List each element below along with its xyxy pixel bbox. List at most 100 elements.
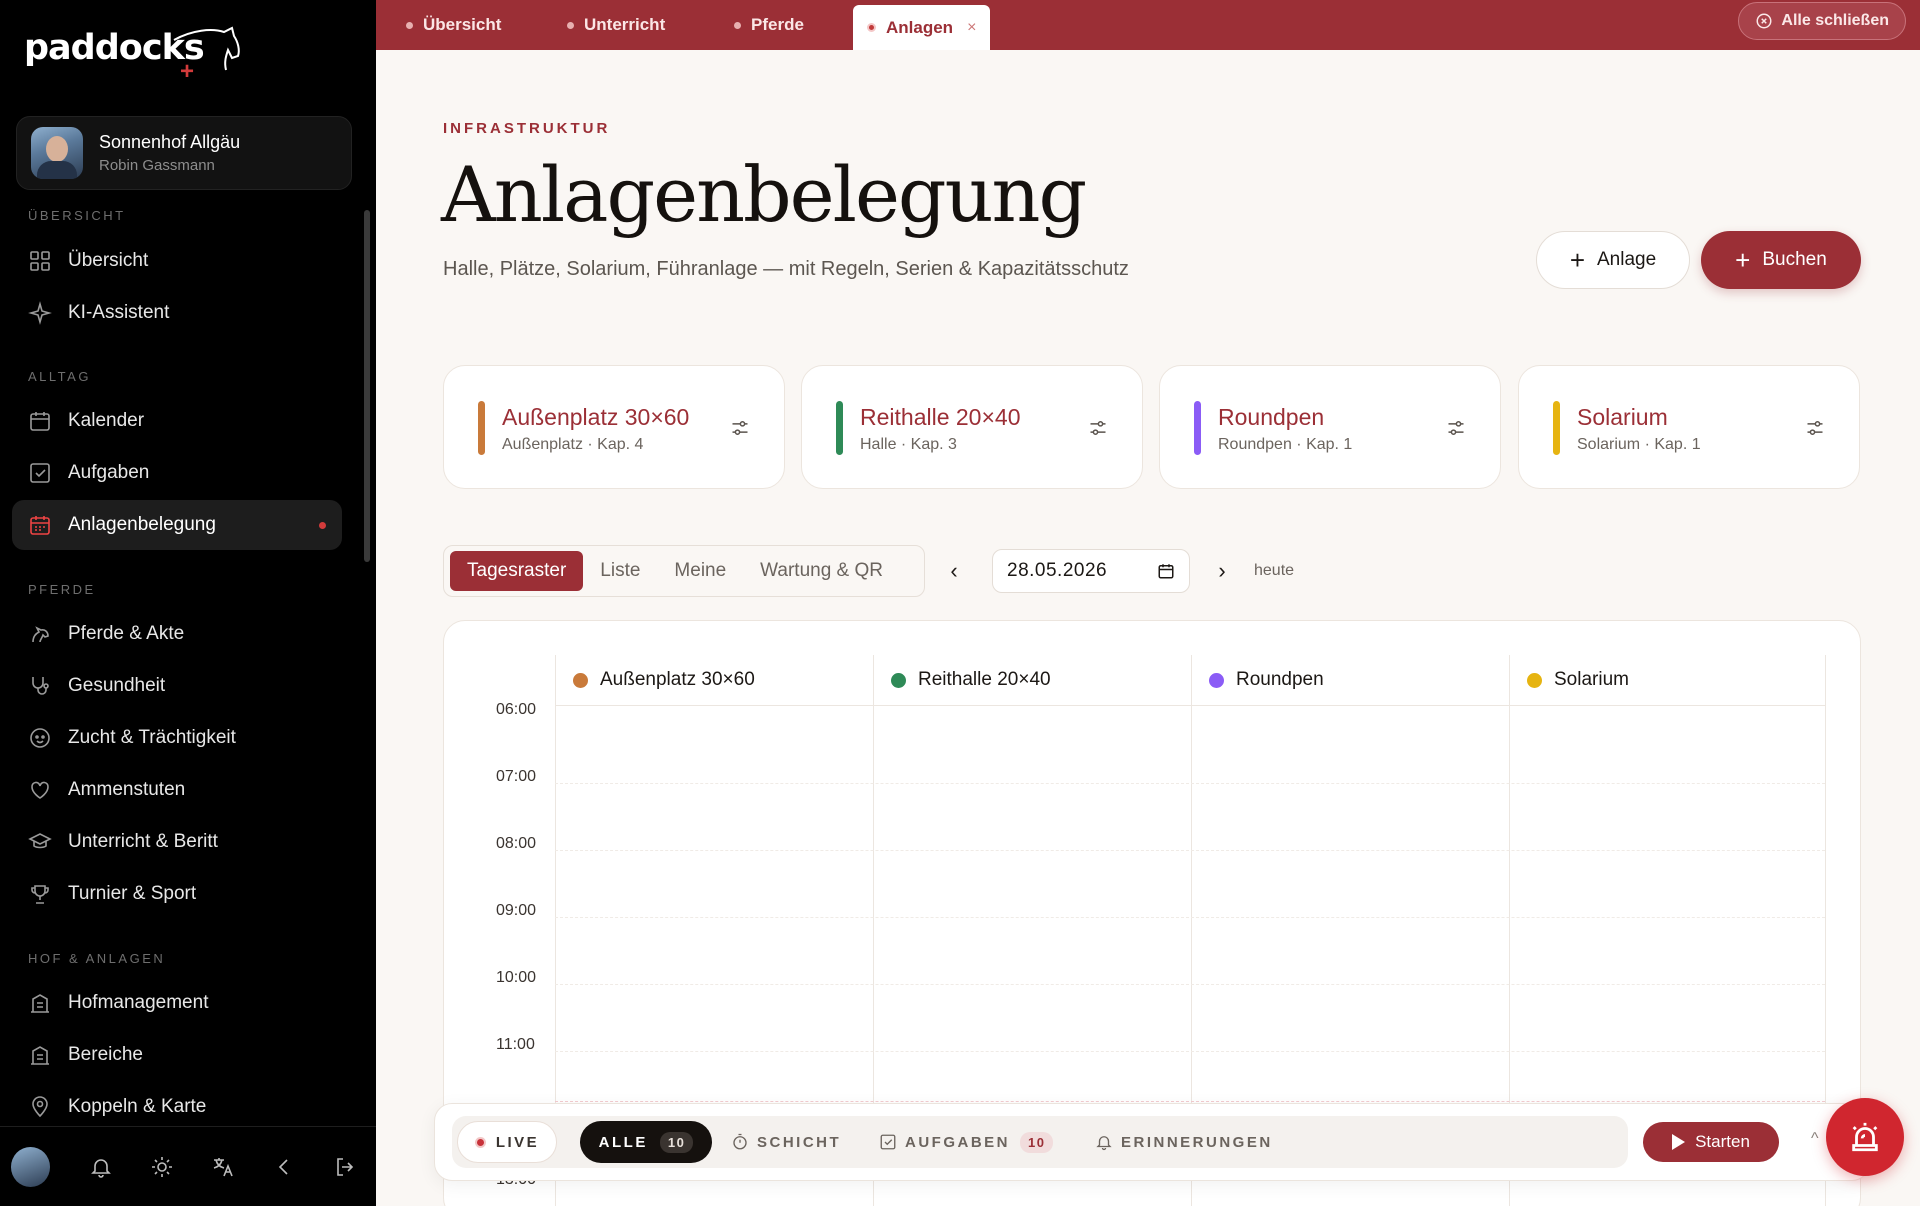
theme-toggle-button[interactable] xyxy=(132,1155,193,1179)
sidebar-item-gesundheit[interactable]: Gesundheit xyxy=(12,661,342,711)
view-tab-liste[interactable]: Liste xyxy=(583,551,657,591)
time-label: 11:00 xyxy=(496,1036,535,1053)
time-label: 07:00 xyxy=(496,768,537,785)
tab-close-button[interactable]: × xyxy=(967,19,976,37)
view-tab-tagesraster[interactable]: Tagesraster xyxy=(450,551,584,591)
sidebar-item-ammenstuten[interactable]: Ammenstuten xyxy=(12,765,342,815)
sidebar-item-anlagenbelegung[interactable]: Anlagenbelegung xyxy=(12,500,342,550)
sidebar-item-turnier[interactable]: Turnier & Sport xyxy=(12,869,342,919)
settings-sliders-icon[interactable] xyxy=(1446,418,1466,438)
facility-color-dot xyxy=(573,672,588,688)
view-tab-wartung[interactable]: Wartung & QR xyxy=(743,551,900,591)
hour-gridline xyxy=(555,984,1825,985)
sidebar-item-aufgaben[interactable]: Aufgaben xyxy=(12,448,342,498)
book-button[interactable]: + Buchen xyxy=(1701,231,1861,289)
sidebar-item-zucht[interactable]: Zucht & Trächtigkeit xyxy=(12,713,342,763)
tab-pferde[interactable]: Pferde xyxy=(734,0,804,50)
facility-name: Solarium xyxy=(1577,404,1668,430)
view-tab-meine[interactable]: Meine xyxy=(657,551,743,591)
time-label: 09:00 xyxy=(496,902,537,919)
collapse-sidebar-button[interactable] xyxy=(254,1155,315,1179)
column-header-label: Solarium xyxy=(1554,669,1629,690)
tab-label: Anlagen xyxy=(886,17,954,37)
plus-icon: + xyxy=(1569,245,1585,275)
bell-icon xyxy=(91,1158,111,1178)
sidebar-item-koppeln[interactable]: Koppeln & Karte xyxy=(12,1082,342,1132)
tab-anlagen[interactable]: Anlagen × xyxy=(853,5,991,50)
facility-card[interactable]: Solarium Solarium · Kap. 1 xyxy=(1518,365,1860,489)
language-button[interactable] xyxy=(193,1155,254,1179)
hour-gridline xyxy=(555,917,1825,918)
tab-unterricht[interactable]: Unterricht xyxy=(567,0,665,50)
next-day-button[interactable]: › xyxy=(1208,558,1236,584)
facility-card[interactable]: Reithalle 20×40 Halle · Kap. 3 xyxy=(801,365,1143,489)
sun-icon xyxy=(152,1156,173,1177)
bell-icon xyxy=(1096,1136,1112,1151)
page-title: Anlagenbelegung xyxy=(441,150,1087,239)
filter-schicht[interactable]: SCHICHT xyxy=(731,1121,841,1163)
filter-alle-count: 10 xyxy=(659,1131,694,1153)
sidebar-item-label: Aufgaben xyxy=(68,462,150,483)
logo[interactable]: paddocks + xyxy=(24,26,240,85)
tab-dot xyxy=(867,23,876,32)
facility-name: Reithalle 20×40 xyxy=(860,404,1021,430)
prev-day-button[interactable]: ‹ xyxy=(940,558,968,584)
sidebar-item-pferde-akte[interactable]: Pferde & Akte xyxy=(12,609,342,659)
sidebar-item-uebersicht[interactable]: Übersicht xyxy=(12,236,342,286)
graduation-cap-icon xyxy=(28,833,52,849)
live-label: LIVE xyxy=(495,1133,540,1151)
facility-card[interactable]: Roundpen Roundpen · Kap. 1 xyxy=(1159,365,1501,489)
time-label: 10:00 xyxy=(496,969,537,986)
column-header-label: Außenplatz 30×60 xyxy=(600,669,755,690)
sidebar-item-kalender[interactable]: Kalender xyxy=(12,396,342,446)
sidebar-item-label: Hofmanagement xyxy=(68,992,209,1013)
user-avatar[interactable] xyxy=(11,1146,51,1187)
sidebar-item-label: Ammenstuten xyxy=(68,779,186,800)
start-button[interactable]: Starten xyxy=(1643,1122,1779,1162)
live-toggle[interactable]: LIVE xyxy=(457,1121,557,1163)
filter-alle[interactable]: ALLE 10 xyxy=(580,1121,712,1163)
calendar-icon[interactable] xyxy=(1157,562,1175,580)
column-header-label: Roundpen xyxy=(1236,669,1324,690)
filter-aufgaben[interactable]: AUFGABEN 10 xyxy=(879,1121,1054,1163)
sidebar-item-ki-assistent[interactable]: KI-Assistent xyxy=(12,288,342,338)
filter-aufgaben-label: AUFGABEN xyxy=(905,1133,1010,1151)
profile-switcher[interactable]: Sonnenhof Allgäu Robin Gassmann xyxy=(16,116,352,190)
tab-uebersicht[interactable]: Übersicht xyxy=(406,0,501,50)
today-button[interactable]: heute xyxy=(1254,562,1294,580)
facility-color-bar xyxy=(1194,401,1201,455)
sidebar-item-label: Zucht & Trächtigkeit xyxy=(68,727,236,748)
page-subtitle: Halle, Plätze, Solarium, Führanlage — mi… xyxy=(443,258,1129,280)
siren-icon xyxy=(1852,1122,1878,1152)
avatar xyxy=(31,127,83,179)
settings-sliders-icon[interactable] xyxy=(1088,418,1108,438)
chevron-left-icon xyxy=(279,1158,288,1175)
logout-button[interactable] xyxy=(315,1155,376,1179)
date-input[interactable]: 28.05.2026 xyxy=(992,549,1190,593)
sidebar-item-hofmanagement[interactable]: Hofmanagement xyxy=(12,978,342,1028)
add-facility-button[interactable]: + Anlage xyxy=(1536,231,1690,289)
column-header: Roundpen xyxy=(1191,655,1324,705)
settings-sliders-icon[interactable] xyxy=(1805,418,1825,438)
baby-icon xyxy=(30,728,50,748)
heart-icon xyxy=(31,781,49,799)
close-all-tabs-button[interactable]: Alle schließen xyxy=(1738,2,1906,40)
live-dot-icon xyxy=(474,1136,486,1148)
facility-card[interactable]: Außenplatz 30×60 Außenplatz · Kap. 4 xyxy=(443,365,785,489)
time-label: 08:00 xyxy=(496,835,537,852)
facility-color-dot xyxy=(1209,672,1224,688)
notifications-button[interactable] xyxy=(70,1155,131,1179)
emergency-alarm-button[interactable] xyxy=(1826,1098,1904,1176)
stethoscope-icon xyxy=(32,677,49,695)
profile-name: Sonnenhof Allgäu xyxy=(99,132,241,152)
filter-erinnerungen[interactable]: ERINNERUNGEN xyxy=(1095,1121,1273,1163)
sidebar-scrollbar[interactable] xyxy=(364,210,370,562)
sidebar-item-bereiche[interactable]: Bereiche xyxy=(12,1030,342,1080)
hour-gridline xyxy=(555,783,1825,784)
checkbox-icon xyxy=(30,463,50,483)
hour-gridline xyxy=(555,1051,1825,1052)
sidebar-item-unterricht[interactable]: Unterricht & Beritt xyxy=(12,817,342,867)
sparkle-icon xyxy=(28,301,52,325)
settings-sliders-icon[interactable] xyxy=(730,418,750,438)
expand-chevron-icon[interactable]: ^ xyxy=(1811,1130,1819,1148)
